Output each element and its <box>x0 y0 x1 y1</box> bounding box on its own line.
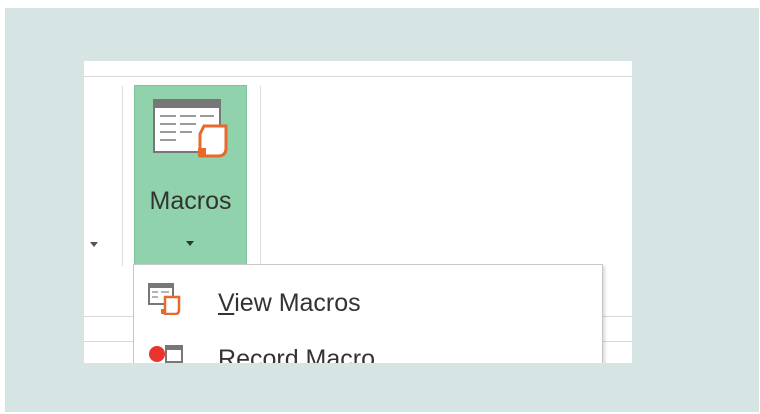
menu-item-label: Record Macro <box>218 345 376 363</box>
ribbon: Macros View Macros Record Macro <box>84 61 632 363</box>
macros-dropdown-icon <box>186 241 194 246</box>
macros-menu: View Macros Record Macro <box>133 264 603 363</box>
screenshot-frame: Macros View Macros Record Macro <box>5 8 759 412</box>
menu-item-label: View Macros <box>218 289 361 317</box>
ribbon-top-divider <box>84 76 632 77</box>
chevron-down-icon[interactable] <box>90 242 98 247</box>
view-macros-icon <box>148 283 181 315</box>
macros-label: Macros <box>149 187 232 215</box>
menu-item-record-macro[interactable]: Record Macro <box>134 331 602 363</box>
group-separator-left <box>122 86 123 266</box>
group-separator-right <box>260 86 261 266</box>
record-macro-icon <box>149 345 183 363</box>
macros-button[interactable]: Macros <box>134 85 247 267</box>
macros-icon <box>153 99 228 158</box>
menu-item-view-macros[interactable]: View Macros <box>134 277 602 327</box>
